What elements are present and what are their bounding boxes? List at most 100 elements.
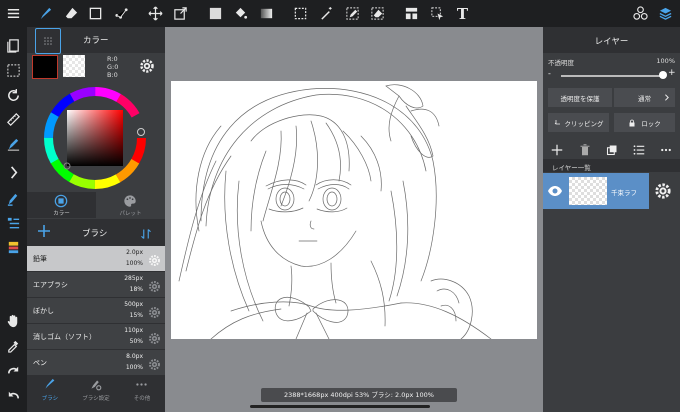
color-settings-gear-icon[interactable]	[139, 58, 155, 74]
layers-icon[interactable]	[655, 3, 676, 24]
drawing-canvas[interactable]	[171, 81, 537, 339]
rotate-icon[interactable]	[3, 85, 24, 106]
duplicate-layer-icon[interactable]	[606, 141, 618, 156]
brush-name: ペン	[33, 359, 47, 367]
eraser-icon[interactable]	[61, 3, 82, 24]
brush-gear-icon[interactable]	[148, 278, 161, 292]
brush-gear-icon[interactable]	[148, 304, 161, 318]
brush-opacity: 50%	[129, 338, 143, 345]
select-move-icon[interactable]	[427, 3, 448, 24]
materials-icon[interactable]	[630, 3, 651, 24]
sketch-drawing	[178, 84, 492, 339]
opacity-plus-button[interactable]: +	[668, 68, 676, 78]
foreground-color-swatch[interactable]	[32, 55, 58, 79]
tab-brush[interactable]: ブラシ	[27, 375, 73, 412]
brush-item[interactable]: 鉛筆 2.0px 100%	[27, 245, 165, 271]
layer-name: 千束ラフ	[611, 189, 637, 197]
brush-item[interactable]: ぼかし 500px 15%	[27, 297, 165, 323]
top-toolbar: T	[0, 0, 680, 27]
protect-alpha-button[interactable]: 透明度を保護	[548, 88, 612, 107]
selection-layer-icon[interactable]	[3, 60, 24, 81]
transform-icon[interactable]	[170, 3, 191, 24]
layer-settings-gear-icon[interactable]	[654, 182, 672, 200]
move-icon[interactable]	[145, 3, 166, 24]
brush-name: 消しゴム（ソフト）	[33, 333, 96, 341]
hand-icon[interactable]	[3, 310, 24, 331]
add-brush-icon[interactable]	[36, 223, 52, 239]
brush-gear-icon[interactable]	[148, 252, 161, 266]
brush-item[interactable]: エアブラシ 285px 18%	[27, 271, 165, 297]
blend-mode-button[interactable]: 通常	[614, 88, 675, 107]
rectangle-icon[interactable]	[85, 3, 106, 24]
layer-panel-header: レイヤー	[543, 27, 680, 53]
opacity-minus-button[interactable]: -	[548, 69, 551, 78]
undo-icon[interactable]	[3, 385, 24, 406]
opacity-slider[interactable]	[561, 75, 663, 77]
color-panel-header: カラー	[27, 27, 165, 54]
canvas-area[interactable]: 2388*1668px 400dpi 53% ブラシ: 2.0px 100%	[165, 27, 543, 412]
tab-brush-settings[interactable]: ブラシ設定	[73, 375, 119, 412]
brush-icon[interactable]	[35, 3, 56, 24]
lock-icon	[629, 119, 635, 126]
brush-list-icon[interactable]	[3, 213, 24, 234]
sort-brush-icon[interactable]	[140, 225, 152, 239]
brush-size: 2.0px	[126, 249, 143, 256]
fill-color-icon[interactable]	[205, 3, 226, 24]
add-layer-icon[interactable]	[551, 141, 563, 156]
opacity-slider-handle[interactable]	[659, 71, 667, 79]
brush-panel-title: ブラシ	[82, 229, 108, 239]
clipping-button[interactable]: クリッピング	[548, 113, 609, 132]
home-indicator	[250, 405, 430, 408]
tab-brush-settings-label: ブラシ設定	[82, 396, 110, 402]
color-stack-icon[interactable]	[3, 237, 24, 258]
brush-size: 285px	[124, 275, 143, 282]
layout-icon[interactable]	[401, 3, 422, 24]
layer-list-title: レイヤー一覧	[552, 164, 591, 172]
layer-list-icon[interactable]	[633, 141, 645, 155]
brush-name: ぼかし	[33, 307, 54, 315]
rgb-r: R:0	[107, 55, 118, 63]
status-bar: 2388*1668px 400dpi 53% ブラシ: 2.0px 100%	[261, 388, 457, 402]
rgb-g: G:0	[107, 63, 119, 71]
select-icon[interactable]	[290, 3, 311, 24]
layer-list-header: レイヤー一覧	[543, 159, 680, 172]
expand-chevron-icon[interactable]	[3, 162, 24, 183]
bucket-icon[interactable]	[230, 3, 251, 24]
brush-item[interactable]: ペン 8.0px 100%	[27, 349, 165, 375]
clipping-icon	[554, 119, 560, 124]
eyedropper-icon[interactable]	[3, 335, 24, 356]
brush-name: 鉛筆	[33, 255, 47, 263]
brush-gear-icon[interactable]	[148, 356, 161, 370]
brush-panel-icon[interactable]	[3, 189, 24, 210]
brush-item[interactable]: 消しゴム（ソフト） 110px 50%	[27, 323, 165, 349]
tab-others[interactable]: その他	[119, 375, 165, 412]
background-color-swatch[interactable]	[63, 55, 85, 77]
delete-layer-icon[interactable]	[579, 141, 591, 156]
tab-others-label: その他	[133, 396, 151, 402]
grid-toggle-icon[interactable]	[35, 28, 61, 54]
tab-color[interactable]: カラー	[27, 192, 96, 218]
tab-palette[interactable]: パレット	[96, 192, 165, 218]
color-wheel[interactable]	[42, 85, 148, 191]
pen-settings-icon[interactable]	[3, 134, 24, 155]
select-eraser-icon[interactable]	[367, 3, 388, 24]
gradient-icon[interactable]	[256, 3, 277, 24]
dot-line-icon[interactable]	[111, 3, 132, 24]
lock-label: ロック	[641, 119, 661, 128]
brush-size: 8.0px	[126, 353, 143, 360]
redo-icon[interactable]	[3, 360, 24, 381]
select-pen-icon[interactable]	[342, 3, 363, 24]
brush-panel-header: ブラシ	[27, 219, 165, 245]
brush-gear-icon[interactable]	[148, 330, 161, 344]
lock-button[interactable]: ロック	[614, 113, 675, 132]
magic-wand-icon[interactable]	[316, 3, 337, 24]
opacity-label: 不透明度	[548, 59, 574, 67]
layer-row[interactable]: 千束ラフ	[543, 173, 649, 209]
more-options-icon[interactable]	[660, 141, 672, 153]
eye-icon[interactable]	[547, 183, 563, 199]
page-icon[interactable]	[3, 35, 24, 56]
menu-icon[interactable]	[3, 3, 24, 24]
text-icon[interactable]: T	[452, 3, 473, 24]
brush-bottom-tabs: ブラシ ブラシ設定 その他	[27, 375, 165, 412]
ruler-icon[interactable]	[3, 109, 24, 130]
